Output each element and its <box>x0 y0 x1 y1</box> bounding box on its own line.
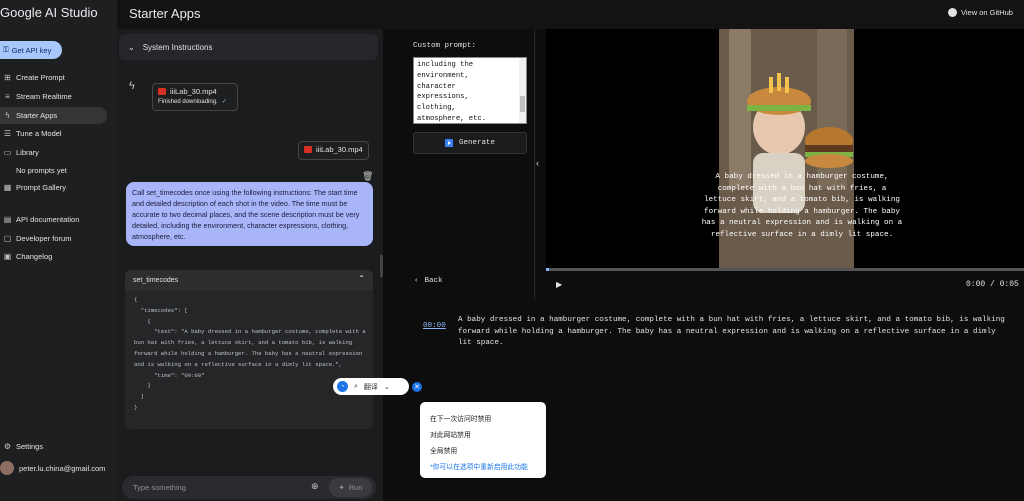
play-icon <box>444 139 453 147</box>
check-icon: ✓ <box>221 99 227 105</box>
starter-apps-icon: ϟ <box>5 111 10 120</box>
time-display: 0:00 / 0:05 <box>966 280 1019 289</box>
sidebar-item-label: API documentation <box>16 215 80 224</box>
sidebar-item-label: Create Prompt <box>16 73 65 82</box>
video-progress-bar[interactable] <box>546 268 1024 271</box>
system-instructions-label: System Instructions <box>142 42 213 52</box>
sidebar-item-label: Prompt Gallery <box>16 183 67 192</box>
input-placeholder: Type something <box>133 483 186 492</box>
menu-item-disable-site[interactable]: 对此网站禁用 <box>420 426 546 442</box>
translate-menu: 在下一次访问时禁用 对此网站禁用 全局禁用 *你可以在选项中重新启用此功能 <box>420 402 546 478</box>
sidebar-item-label: Developer forum <box>16 234 72 243</box>
sidebar-item-changelog[interactable]: ▣ Changelog <box>0 248 107 265</box>
textarea-scroll-thumb[interactable] <box>520 96 525 112</box>
avatar[interactable] <box>0 461 14 475</box>
view-on-github-link[interactable]: View on GitHub <box>948 8 1013 17</box>
back-button[interactable]: ‹ Back <box>414 277 443 285</box>
play-button[interactable]: ▶ <box>556 280 562 289</box>
github-icon <box>948 8 957 17</box>
file-name: iiiLab_30.mp4 <box>316 145 363 154</box>
menu-note: *你可以在选项中重新启用此功能 <box>430 464 528 471</box>
page-title: Starter Apps <box>129 6 201 21</box>
custom-prompt-label: Custom prompt: <box>413 42 477 50</box>
timecode-row: 00:00 A baby dressed in a hamburger cost… <box>423 315 1013 350</box>
timecode-description: A baby dressed in a hamburger costume, c… <box>458 316 1005 347</box>
changelog-icon: ▣ <box>3 252 12 261</box>
forum-icon: ▢ <box>3 234 12 243</box>
back-label: Back <box>424 277 443 285</box>
key-icon: ⚿ <box>3 45 9 54</box>
gallery-icon: ▦ <box>3 183 12 192</box>
doc-icon: ▤ <box>3 215 12 224</box>
function-call-header[interactable]: set_timecodes ⌃ <box>125 270 373 290</box>
video-file-icon <box>304 146 312 153</box>
library-icon: ▭ <box>3 148 12 157</box>
textarea-scrollbar[interactable] <box>519 58 526 123</box>
sidebar-item-tune-model[interactable]: ☰ Tune a Model <box>0 125 107 142</box>
generate-label: Generate <box>458 139 495 147</box>
sidebar-item-create-prompt[interactable]: ⊞ Create Prompt <box>0 69 107 86</box>
sidebar-item-library[interactable]: ▭ Library <box>0 144 107 161</box>
tune-icon: ☰ <box>3 129 12 138</box>
file-name: iiiLab_30.mp4 <box>170 87 217 96</box>
sidebar-item-api-docs[interactable]: ▤ API documentation <box>0 211 107 228</box>
function-name: set_timecodes <box>133 276 179 284</box>
system-instructions-toggle[interactable]: ⌄ System Instructions <box>119 34 378 60</box>
panel-divider <box>534 29 535 299</box>
model-spark-icon: ϟ <box>129 80 135 92</box>
file-card-attachment[interactable]: iiiLab_30.mp4 <box>298 141 369 160</box>
run-icon: ✦ <box>338 483 345 492</box>
sidebar-item-prompt-gallery[interactable]: ▦ Prompt Gallery <box>0 179 107 196</box>
chevron-left-icon: ‹ <box>414 277 419 285</box>
create-prompt-icon: ⊞ <box>4 73 11 82</box>
chevron-down-icon: ⌄ <box>128 42 135 52</box>
gear-icon: ⚙ <box>3 442 12 451</box>
sidebar-item-label: Settings <box>16 442 44 451</box>
add-icon[interactable]: ⊕ <box>311 481 319 492</box>
user-prompt-bubble: Call set_timecodes once using the follow… <box>126 182 373 246</box>
file-card-downloading[interactable]: iiiLab_30.mp4 Finished downloading. ✓ <box>152 83 238 111</box>
video-caption-overlay: A baby dressed in a hamburger costume, c… <box>701 173 903 239</box>
custom-prompt-text: including the environment, character expres… <box>417 61 487 123</box>
sidebar-item-label: Tune a Model <box>16 129 62 138</box>
sidebar-item-developer-forum[interactable]: ▢ Developer forum <box>0 230 107 247</box>
user-email[interactable]: peter.lu.china@gmail.com <box>19 464 105 473</box>
sidebar-item-label: Library <box>16 148 39 157</box>
get-api-key-label: Get API key <box>11 45 52 55</box>
sidebar-item-label: Changelog <box>16 252 53 261</box>
translate-logo-icon: ◔ <box>337 381 348 392</box>
sidebar-item-label: Stream Realtime <box>16 92 72 101</box>
sidebar-item-stream-realtime[interactable]: ≡ Stream Realtime <box>0 88 107 105</box>
translate-widget[interactable]: ◔ ⌕ 翻译 ⌄ <box>333 378 409 395</box>
close-icon[interactable]: ✕ <box>412 382 422 392</box>
run-button[interactable]: ✦ Run <box>329 478 372 497</box>
chevron-left-icon[interactable]: ‹ <box>536 158 539 168</box>
function-call-code: { "timecodes": [ { "text": "A baby dress… <box>134 296 366 411</box>
no-prompts-text: No prompts yet <box>16 166 67 175</box>
menu-item-disable-global[interactable]: 全局禁用 <box>420 442 546 458</box>
stream-icon: ≡ <box>5 92 10 101</box>
file-status: Finished downloading. <box>158 98 218 105</box>
chevron-down-icon[interactable]: ⌄ <box>384 383 390 391</box>
get-api-key-button[interactable]: ⚿ Get API key <box>0 41 62 59</box>
custom-prompt-textarea[interactable]: including the environment, character expres… <box>413 57 527 124</box>
timecode-link[interactable]: 00:00 <box>423 321 446 333</box>
sidebar-item-label: Starter Apps <box>16 111 58 120</box>
run-label: Run <box>348 483 363 492</box>
menu-item-disable-next-visit[interactable]: 在下一次访问时禁用 <box>420 410 546 426</box>
video-file-icon <box>158 88 166 95</box>
generate-button[interactable]: Generate <box>413 132 527 154</box>
github-label: View on GitHub <box>961 8 1013 17</box>
video-progress-fill <box>546 268 549 271</box>
search-icon[interactable]: ⌕ <box>354 383 358 391</box>
sidebar-item-settings[interactable]: ⚙ Settings <box>0 438 107 455</box>
delete-icon[interactable]: 🗑 <box>362 171 373 182</box>
sidebar-item-starter-apps[interactable]: ϟ Starter Apps <box>0 107 107 124</box>
chevron-up-icon: ⌃ <box>358 274 365 283</box>
translate-label[interactable]: 翻译 <box>364 382 378 392</box>
brand-logo[interactable]: Google AI Studio <box>0 5 98 20</box>
